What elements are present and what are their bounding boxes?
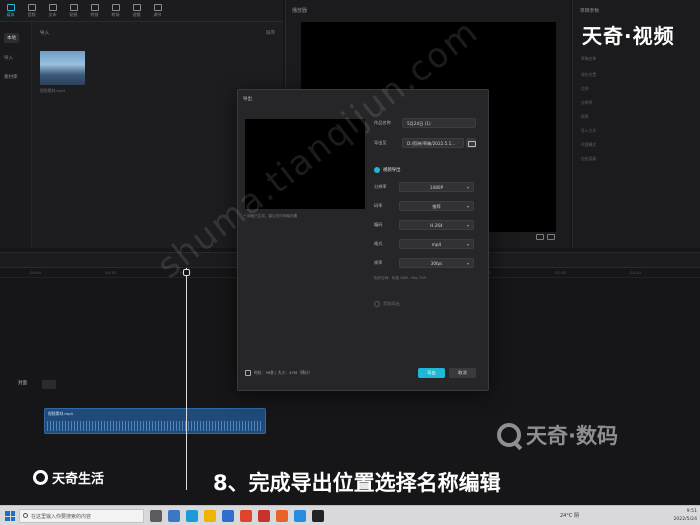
toolbar: 媒体 音频 文本 贴纸 特效 转场 滤镜 调节: [0, 0, 283, 22]
weather[interactable]: 24°C 阴: [560, 512, 579, 519]
audio-icon: [27, 4, 36, 11]
tool-sticker[interactable]: 贴纸: [63, 0, 84, 22]
prop-row: 保存位置: [581, 72, 597, 77]
media-thumbnail-caption: 视频素材.mp4: [40, 88, 65, 93]
folder-icon[interactable]: [204, 510, 216, 522]
bitrate-select[interactable]: 推荐 ▾: [399, 201, 474, 211]
properties-title: 草稿参数: [580, 9, 600, 14]
cancel-button[interactable]: 取消: [449, 368, 476, 378]
cover-thumbnail[interactable]: [42, 380, 56, 389]
format-select[interactable]: mp4 ▾: [399, 239, 474, 249]
transition-icon: [111, 4, 120, 11]
codec-select[interactable]: H.264 ▾: [399, 220, 474, 230]
playhead[interactable]: [186, 268, 187, 490]
chevron-down-icon: ▾: [466, 185, 469, 190]
watermark-bottom-right: 天奇·数码: [497, 420, 618, 450]
app-icon[interactable]: [240, 510, 252, 522]
framerate-select[interactable]: 30fps ▾: [399, 258, 474, 268]
prop-row: 分辨率: [581, 100, 593, 105]
ratio-icon[interactable]: [536, 234, 544, 240]
prop-row: 比例: [581, 86, 589, 91]
sticker-icon: [69, 4, 78, 11]
sidebar-item-local[interactable]: 本地: [4, 33, 19, 43]
sidebar-item-import[interactable]: 导入: [4, 55, 13, 61]
color-space-note: 色彩空间：标准 SDR - Rec.709: [374, 276, 426, 280]
player-title: 播放器: [292, 8, 308, 14]
tool-adjust[interactable]: 调节: [147, 0, 168, 22]
wps-icon[interactable]: [258, 510, 270, 522]
prop-row: 代理模式: [581, 142, 597, 147]
path-input[interactable]: D:/剪映/草稿/2022.5.1...: [402, 138, 464, 148]
setting-label: 码率: [374, 203, 383, 208]
media-icon: [6, 4, 15, 11]
folder-icon[interactable]: [466, 138, 476, 148]
check-icon: [374, 301, 380, 307]
tutorial-caption: 8、完成导出位置选择名称编辑: [213, 471, 501, 495]
setting-label: 格式: [374, 241, 383, 246]
setting-label: 分辨率: [374, 184, 387, 189]
setting-label: 编码: [374, 222, 383, 227]
check-icon: [374, 167, 380, 173]
text-icon: [48, 4, 57, 11]
effects-icon: [90, 4, 99, 11]
sidebar-item-library[interactable]: 素材库: [4, 74, 18, 80]
path-label: 导出至: [374, 140, 387, 145]
taskbar: 在这里输入你要搜索的内容 24°C 阴 9:51 2022/5/24: [0, 505, 700, 525]
fullscreen-icon[interactable]: [547, 234, 555, 240]
tool-text[interactable]: 文本: [42, 0, 63, 22]
ruler-tick: 00:00: [30, 270, 41, 275]
media-sidebar: 本地 导入 素材库: [0, 22, 32, 248]
name-input[interactable]: 5月24日 (1): [402, 118, 476, 128]
chevron-down-icon: ▾: [466, 261, 469, 266]
audio-waveform: [47, 421, 263, 431]
resolution-select[interactable]: 1080P ▾: [399, 182, 474, 192]
app-icon[interactable]: [222, 510, 234, 522]
prop-row: 自由层级: [581, 156, 597, 161]
logo-icon: [497, 423, 521, 447]
audio-export-toggle[interactable]: 音频导出: [374, 301, 400, 307]
search-icon: [23, 513, 28, 518]
clip-name: 视频素材.mp4: [48, 411, 73, 416]
capcut-icon[interactable]: [312, 510, 324, 522]
app-icon[interactable]: [294, 510, 306, 522]
logo-icon: [33, 470, 48, 485]
chevron-down-icon: ▾: [466, 204, 469, 209]
windows-start-icon[interactable]: [5, 511, 15, 521]
cover-track-label[interactable]: 封面: [18, 380, 27, 386]
tool-effects[interactable]: 特效: [84, 0, 105, 22]
prop-row: 帧率: [581, 114, 589, 119]
export-button[interactable]: 导出: [418, 368, 445, 378]
tool-audio[interactable]: 音频: [21, 0, 42, 22]
ruler-tick: 01:20: [630, 270, 641, 275]
task-view-icon[interactable]: [150, 510, 162, 522]
tool-transition[interactable]: 转场: [105, 0, 126, 22]
app-icon[interactable]: [168, 510, 180, 522]
tool-filter[interactable]: 滤镜: [126, 0, 147, 22]
edge-icon[interactable]: [186, 510, 198, 522]
ruler-tick: 01:10: [555, 270, 566, 275]
chevron-down-icon: ▾: [466, 242, 469, 247]
taskbar-search[interactable]: 在这里输入你要搜索的内容: [19, 509, 144, 523]
prop-row: 导入方式: [581, 128, 597, 133]
media-thumbnail[interactable]: [40, 51, 85, 85]
chevron-down-icon: ▾: [466, 223, 469, 228]
ruler-tick: 00:10: [105, 270, 116, 275]
video-export-toggle[interactable]: 视频导出: [374, 167, 401, 173]
video-clip[interactable]: 视频素材.mp4: [44, 408, 266, 434]
sort-button[interactable]: 排序: [266, 30, 275, 36]
adjust-icon: [153, 4, 162, 11]
setting-label: 帧率: [374, 260, 383, 265]
import-button[interactable]: 导入: [40, 30, 49, 36]
watermark-bottom-left: 天奇生活: [33, 468, 104, 487]
prop-row: 草稿名称: [581, 56, 597, 61]
watermark-top: 天奇·视频: [582, 24, 675, 48]
tool-media[interactable]: 媒体: [0, 0, 21, 22]
export-info: 时长：39秒 | 大小：47M（预计）: [245, 370, 312, 376]
clock[interactable]: 9:51 2022/5/24: [665, 508, 697, 524]
dialog-title: 导出: [243, 97, 252, 102]
app-icon[interactable]: [276, 510, 288, 522]
filter-icon: [132, 4, 141, 11]
film-icon: [245, 370, 251, 376]
